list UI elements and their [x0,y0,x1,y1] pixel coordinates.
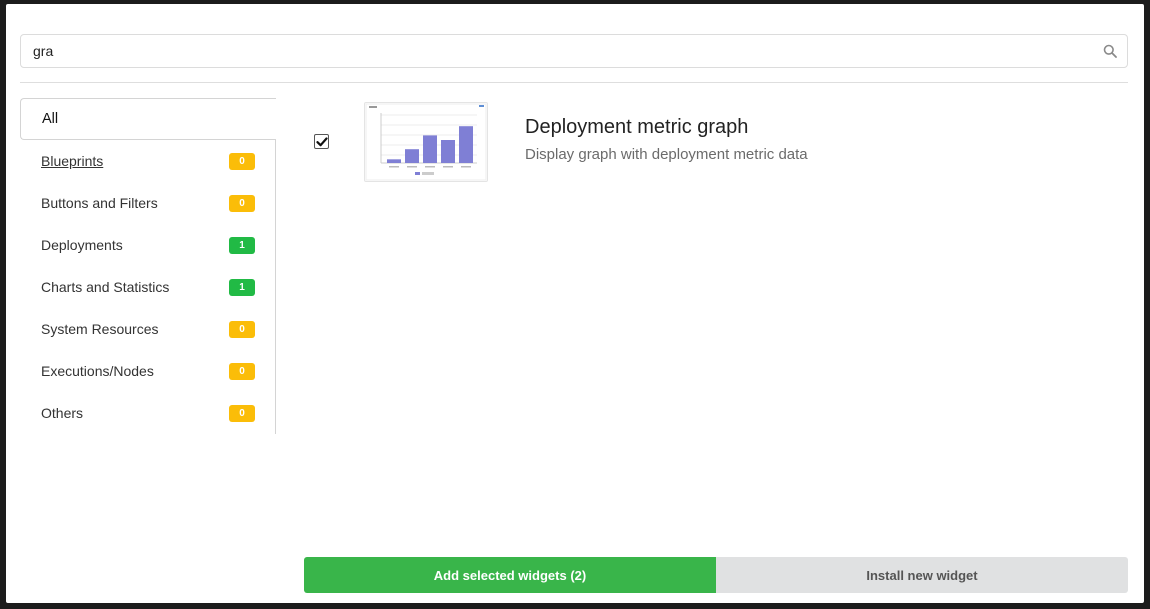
thumbnail-tick-label [425,166,435,168]
thumbnail-bar [459,126,473,163]
add-selected-widgets-button[interactable]: Add selected widgets (2) [304,557,716,593]
widget-description: Display graph with deployment metric dat… [525,146,808,163]
count-badge: 0 [229,153,255,170]
thumbnail-tick-label [407,166,417,168]
count-badge: 0 [229,405,255,422]
count-badge: 1 [229,237,255,254]
category-charts-and-statistics[interactable]: Charts and Statistics 1 [20,266,276,308]
count-badge: 1 [229,279,255,296]
category-label: Buttons and Filters [41,195,158,211]
search-box[interactable] [20,34,1128,68]
widget-item[interactable]: Deployment metric graph Display graph wi… [304,100,1114,190]
search-icon[interactable] [1103,44,1117,58]
category-system-resources[interactable]: System Resources 0 [20,308,276,350]
category-label: Others [41,405,84,421]
search-input[interactable] [21,35,1115,67]
thumbnail-tick-label [461,166,471,168]
thumbnail-bar [387,159,401,163]
thumbnail-tick-label [443,166,453,168]
category-others[interactable]: Others 0 [20,392,276,434]
category-label: System Resources [41,321,159,337]
graph-thumbnail-image [365,103,487,181]
category-menu: All Blueprints 0 Buttons and Filters 0 D… [20,98,276,434]
count-badge: 0 [229,363,255,380]
widget-checkbox[interactable] [314,134,329,149]
category-all[interactable]: All [20,98,276,140]
category-label: Blueprints [41,153,104,169]
thumbnail-bar [405,149,419,163]
widget-thumbnail [364,102,488,182]
category-blueprints[interactable]: Blueprints 0 [20,140,276,182]
thumbnail-bar [423,135,437,163]
widget-title: Deployment metric graph [525,116,749,138]
category-label: Executions/Nodes [41,363,154,379]
count-badge: 0 [229,321,255,338]
checkmark-icon [316,137,328,147]
install-new-widget-button[interactable]: Install new widget [716,557,1128,593]
count-badge: 0 [229,195,255,212]
menu-border [275,140,276,434]
category-label: Charts and Statistics [41,279,170,295]
category-label: All [42,111,59,127]
category-deployments[interactable]: Deployments 1 [20,224,276,266]
category-executions-nodes[interactable]: Executions/Nodes 0 [20,350,276,392]
category-buttons-and-filters[interactable]: Buttons and Filters 0 [20,182,276,224]
thumbnail-tick-label [389,166,399,168]
add-widget-modal: All Blueprints 0 Buttons and Filters 0 D… [6,4,1144,603]
divider [20,82,1128,83]
category-label: Deployments [41,237,123,253]
thumbnail-bar [441,140,455,163]
